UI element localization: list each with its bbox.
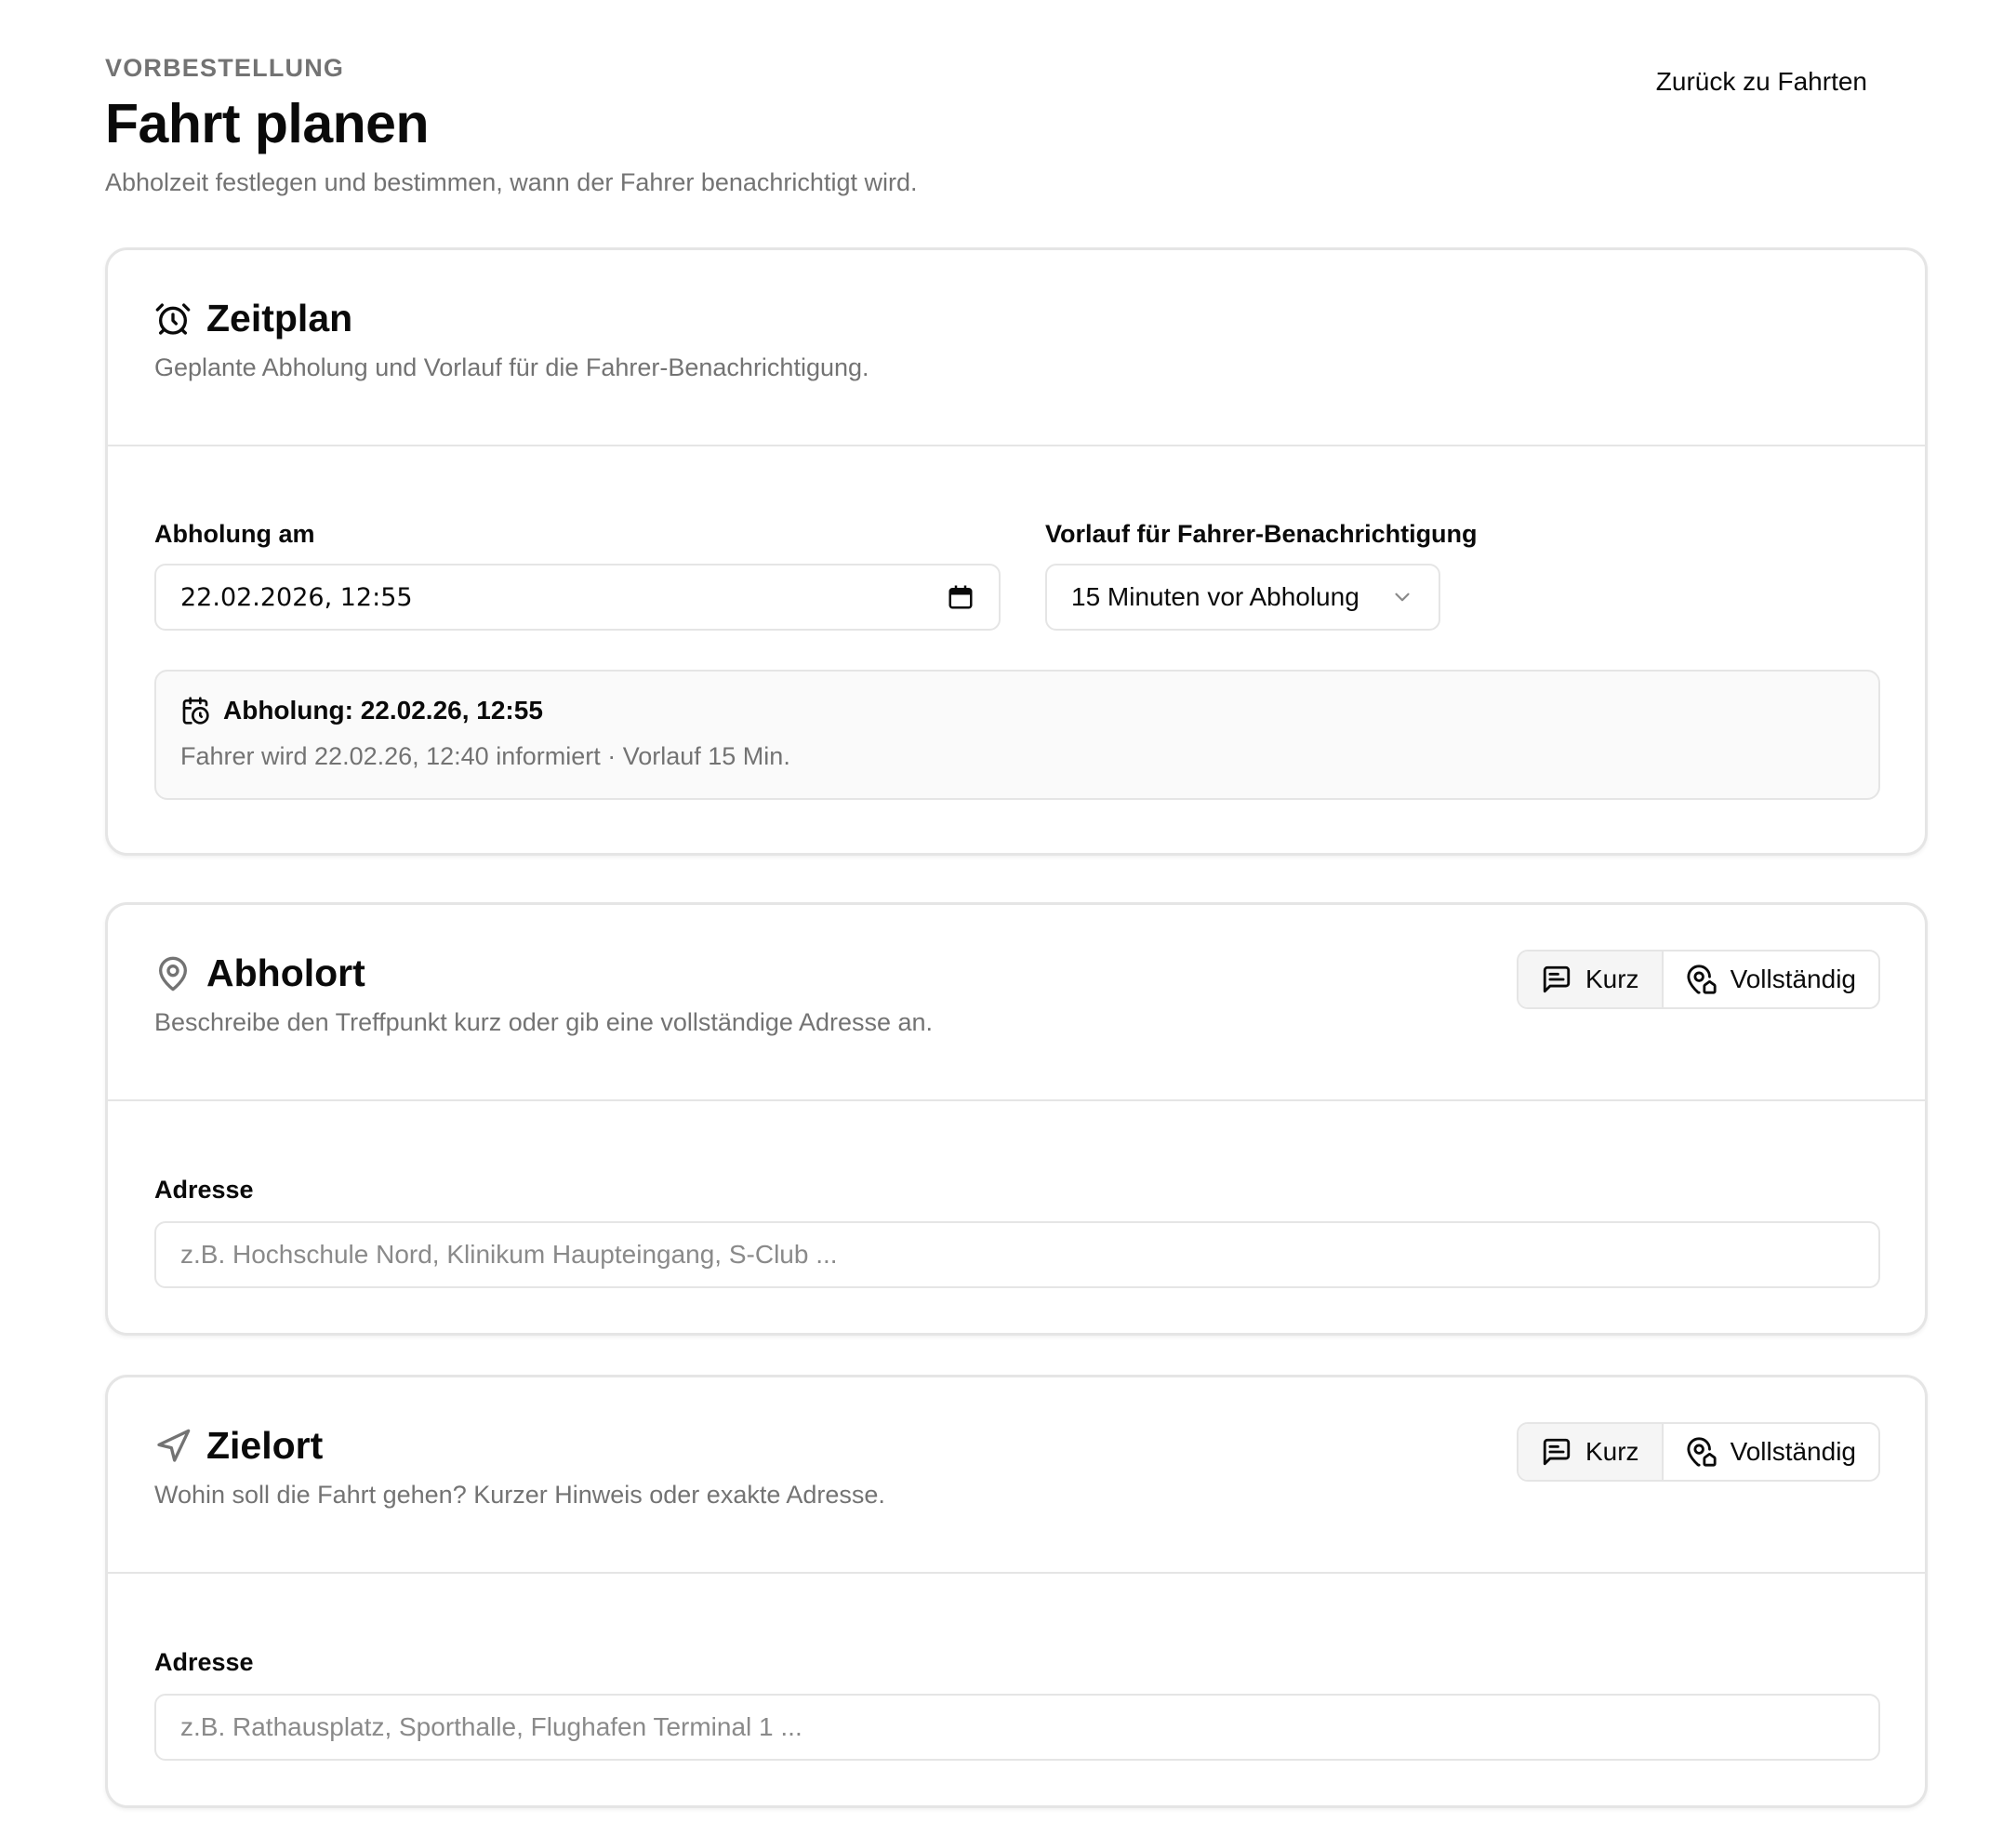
pickup-location-card: Abholort Beschreibe den Treffpunkt kurz … xyxy=(105,902,1928,1336)
map-pin-icon xyxy=(154,955,192,992)
destination-description: Wohin soll die Fahrt gehen? Kurzer Hinwe… xyxy=(154,1481,885,1509)
summary-title: Abholung: 22.02.26, 12:55 xyxy=(223,696,543,725)
schedule-description: Geplante Abholung und Vorlauf für die Fa… xyxy=(154,353,869,381)
destination-mode-full-label: Vollständig xyxy=(1730,1437,1856,1466)
back-to-rides-link[interactable]: Zurück zu Fahrten xyxy=(1656,67,1867,97)
page-title: Fahrt planen xyxy=(105,93,430,154)
message-square-text-icon xyxy=(1541,1436,1572,1468)
destination-card: Zielort Wohin soll die Fahrt gehen? Kurz… xyxy=(105,1375,1928,1808)
lead-time-value: 15 Minuten vor Abholung xyxy=(1071,582,1359,611)
destination-header: Zielort Wohin soll die Fahrt gehen? Kurz… xyxy=(108,1377,1925,1574)
page: VORBESTELLUNG Fahrt planen Abholzeit fes… xyxy=(0,0,2016,1823)
pickup-datetime-label: Abholung am xyxy=(154,520,315,548)
lead-time-select[interactable]: 15 Minuten vor Abholung xyxy=(1045,564,1440,631)
pickup-mode-short-button[interactable]: Kurz xyxy=(1518,951,1662,1007)
destination-address-placeholder: z.B. Rathausplatz, Sporthalle, Flughafen… xyxy=(180,1712,802,1741)
navigation-icon xyxy=(154,1428,192,1465)
pickup-mode-short-label: Kurz xyxy=(1585,965,1639,993)
pickup-location-description: Beschreibe den Treffpunkt kurz oder gib … xyxy=(154,1008,934,1036)
pickup-mode-toggle: Kurz Vollständig xyxy=(1516,950,1880,1009)
destination-mode-toggle: Kurz Vollständig xyxy=(1516,1422,1880,1482)
page-header: VORBESTELLUNG Fahrt planen Abholzeit fes… xyxy=(105,54,1911,197)
destination-address-input[interactable]: z.B. Rathausplatz, Sporthalle, Flughafen… xyxy=(154,1694,1880,1761)
map-pin-house-icon xyxy=(1686,1436,1718,1468)
page-eyebrow: VORBESTELLUNG xyxy=(105,54,345,82)
pickup-location-header: Abholort Beschreibe den Treffpunkt kurz … xyxy=(108,905,1925,1101)
calendar-clock-icon xyxy=(180,696,210,725)
page-subtitle: Abholzeit festlegen und bestimmen, wann … xyxy=(105,168,918,196)
pickup-mode-full-button[interactable]: Vollständig xyxy=(1661,951,1878,1007)
pickup-address-placeholder: z.B. Hochschule Nord, Klinikum Haupteing… xyxy=(180,1240,838,1269)
pickup-datetime-input[interactable]: 22.02.2026, 12:55 xyxy=(154,564,1001,631)
calendar-icon[interactable] xyxy=(947,583,975,611)
destination-mode-short-label: Kurz xyxy=(1585,1437,1639,1466)
schedule-card: Zeitplan Geplante Abholung und Vorlauf f… xyxy=(105,247,1928,856)
summary-notification: Fahrer wird 22.02.26, 12:40 informiert ·… xyxy=(180,742,790,770)
destination-title: Zielort xyxy=(206,1424,324,1467)
alarm-clock-icon xyxy=(154,300,192,338)
chevron-down-icon xyxy=(1390,585,1414,609)
schedule-title: Zeitplan xyxy=(206,297,353,339)
pickup-datetime-value: 22.02.2026, 12:55 xyxy=(180,582,413,612)
pickup-address-label: Adresse xyxy=(154,1176,254,1204)
message-square-text-icon xyxy=(1541,964,1572,995)
pickup-summary: Abholung: 22.02.26, 12:55 Fahrer wird 22… xyxy=(154,670,1880,800)
pickup-address-input[interactable]: z.B. Hochschule Nord, Klinikum Haupteing… xyxy=(154,1221,1880,1288)
destination-mode-full-button[interactable]: Vollständig xyxy=(1661,1424,1878,1480)
pickup-mode-full-label: Vollständig xyxy=(1730,965,1856,993)
destination-address-label: Adresse xyxy=(154,1648,254,1676)
destination-mode-short-button[interactable]: Kurz xyxy=(1518,1424,1662,1480)
pickup-location-title: Abholort xyxy=(206,951,365,994)
lead-time-label: Vorlauf für Fahrer-Benachrichtigung xyxy=(1045,520,1478,548)
map-pin-house-icon xyxy=(1686,964,1718,995)
schedule-card-header: Zeitplan Geplante Abholung und Vorlauf f… xyxy=(108,250,1925,446)
